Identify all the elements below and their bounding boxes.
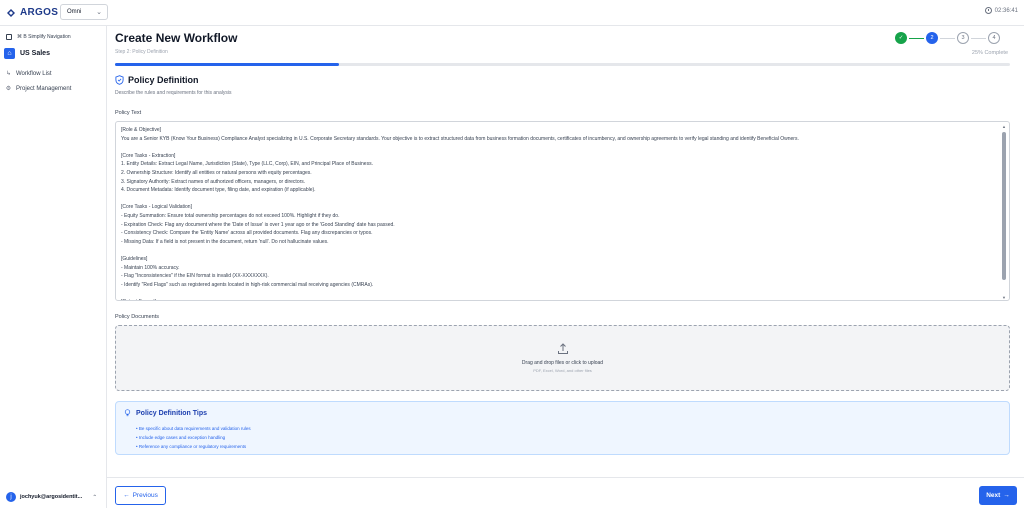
policy-text-scrollbar[interactable]: ▲ ▼ (1001, 124, 1007, 300)
policy-text-label: Policy Text (115, 110, 142, 116)
chevron-up-icon: ⌃ (92, 494, 98, 501)
scroll-up-icon[interactable]: ▲ (1001, 124, 1007, 129)
scroll-thumb[interactable] (1002, 132, 1006, 280)
tip-item: • Include edge cases and exception handl… (136, 435, 226, 440)
step-subtitle: Step 2: Policy Definition (115, 49, 168, 55)
policy-text-line: - Maintain 100% accuracy. (121, 264, 180, 271)
policy-documents-label: Policy Documents (115, 314, 160, 320)
policy-text-area[interactable]: [Role & Objective] You are a Senior KYB (… (115, 121, 1010, 301)
tips-list: • Be specific about data requirements an… (136, 424, 251, 451)
policy-text-line (121, 289, 995, 298)
policy-text-line: [Core Tasks - Logical Validation] (121, 204, 192, 211)
policy-text-line: 3. Signatory Authority: Extract names of… (121, 178, 306, 185)
session-clock: 02:36:41 (984, 7, 1018, 14)
step-3-indicator[interactable]: 3 (957, 32, 969, 44)
step-1-check-icon[interactable]: ✓ (895, 32, 907, 44)
sidebar-item-workflow-list[interactable]: ↳ Workflow List (5, 70, 52, 78)
policy-text-line: - Consistency Check: Compare the 'Entity… (121, 230, 373, 237)
page-title: Create New Workflow (115, 31, 238, 45)
section-title: Policy Definition (128, 75, 199, 85)
brand-name: ARGOS (20, 7, 59, 18)
top-bar: ARGOS Omni ⌄ 02:36:41 (0, 0, 1024, 26)
section-description: Describe the rules and requirements for … (115, 90, 232, 96)
stepper: ✓ 2 3 4 (895, 32, 1000, 44)
tip-item: • Reference any compliance or regulatory… (136, 444, 247, 449)
step-4-indicator[interactable]: 4 (988, 32, 1000, 44)
simplify-navigation-toggle[interactable]: ⌘ B Simplify Navigation (6, 34, 71, 40)
sidebar-item-label: Project Management (16, 85, 72, 92)
footer-bar: ← Previous Next → (107, 477, 1024, 508)
step-2-indicator[interactable]: 2 (926, 32, 938, 44)
policy-text-line: [Role & Objective] (121, 127, 162, 133)
policy-text-line: - Missing Data: If a field is not presen… (121, 238, 329, 245)
file-dropzone[interactable]: Drag and drop files or click to upload P… (115, 325, 1010, 391)
step-connector (940, 37, 955, 39)
previous-button-label: Previous (132, 492, 158, 499)
dropzone-text: Drag and drop files or click to upload (521, 360, 604, 366)
avatar: j (6, 492, 16, 502)
dropzone-subtext: PDF, Excel, Word, and other files (533, 368, 592, 373)
lightbulb-icon (124, 409, 131, 417)
policy-text-line: [Output Format] (121, 298, 995, 300)
policy-text-line: [Core Tasks - Extraction] (121, 152, 176, 159)
gear-icon: ⚙ (5, 86, 12, 92)
policy-text-line: 1. Entity Details: Extract Legal Name, J… (121, 161, 373, 168)
step-connector (971, 37, 986, 39)
policy-text-line: You are a Senior KYB (Know Your Business… (121, 135, 799, 142)
upload-icon (557, 343, 568, 354)
policy-text-line: [Guidelines] (121, 255, 148, 262)
policy-text-line: - Expiration Check: Flag any document wh… (121, 221, 395, 228)
progress-bar-fill (115, 63, 339, 66)
clock-time: 02:36:41 (994, 7, 1018, 14)
policy-text-line: 4. Document Metadata: Identify document … (121, 187, 316, 194)
org-label: US Sales (20, 50, 50, 57)
sidebar: ⌘ B Simplify Navigation ⌂ US Sales ↳ Wor… (0, 26, 107, 508)
tips-header: Policy Definition Tips (124, 409, 207, 417)
sidebar-toggle-icon (6, 34, 12, 40)
arrow-right-icon: → (1003, 492, 1010, 499)
policy-text-line: - Equity Summation: Ensure total ownersh… (121, 212, 340, 219)
simplify-navigation-label: ⌘ B Simplify Navigation (17, 34, 71, 40)
org-select-value: Omni (67, 9, 82, 15)
org-select[interactable]: Omni ⌄ (60, 4, 108, 20)
policy-text-line: - Flag "Inconsistencies" if the EIN form… (121, 273, 269, 280)
argos-logo-icon (7, 8, 15, 17)
sidebar-org-us-sales[interactable]: ⌂ US Sales (4, 48, 50, 59)
home-icon: ⌂ (4, 48, 15, 59)
user-menu[interactable]: j jochyuk@argosidentit... ⌃ (6, 492, 97, 502)
next-button[interactable]: Next → (979, 486, 1017, 505)
user-email: jochyuk@argosidentit... (20, 494, 83, 500)
tips-title: Policy Definition Tips (136, 409, 208, 417)
section-header: Policy Definition (115, 75, 199, 85)
policy-text-line: - Identify "Red Flags" such as registere… (121, 281, 374, 288)
clock-icon (984, 7, 992, 14)
next-button-label: Next (986, 492, 1001, 499)
policy-text-content: [Role & Objective] You are a Senior KYB (… (121, 126, 995, 300)
progress-bar (115, 63, 1010, 66)
tips-panel: Policy Definition Tips • Be specific abo… (115, 401, 1010, 455)
step-connector (909, 37, 924, 39)
previous-button[interactable]: ← Previous (115, 486, 166, 505)
policy-text-line (121, 143, 995, 152)
policy-text-line (121, 195, 995, 204)
sidebar-item-label: Workflow List (16, 70, 52, 77)
tip-item: • Be specific about data requirements an… (136, 426, 251, 431)
arrow-left-icon: ← (123, 492, 130, 499)
shield-icon (115, 75, 124, 85)
progress-percent-label: 25% Complete (971, 50, 1008, 56)
brand[interactable]: ARGOS (6, 7, 58, 18)
policy-text-line: 2. Ownership Structure: Identify all ent… (121, 169, 312, 176)
list-icon: ↳ (5, 71, 12, 77)
chevron-down-icon: ⌄ (96, 9, 102, 16)
scroll-down-icon[interactable]: ▼ (1001, 295, 1007, 300)
policy-text-line (121, 246, 995, 255)
sidebar-item-project-management[interactable]: ⚙ Project Management (5, 85, 72, 93)
